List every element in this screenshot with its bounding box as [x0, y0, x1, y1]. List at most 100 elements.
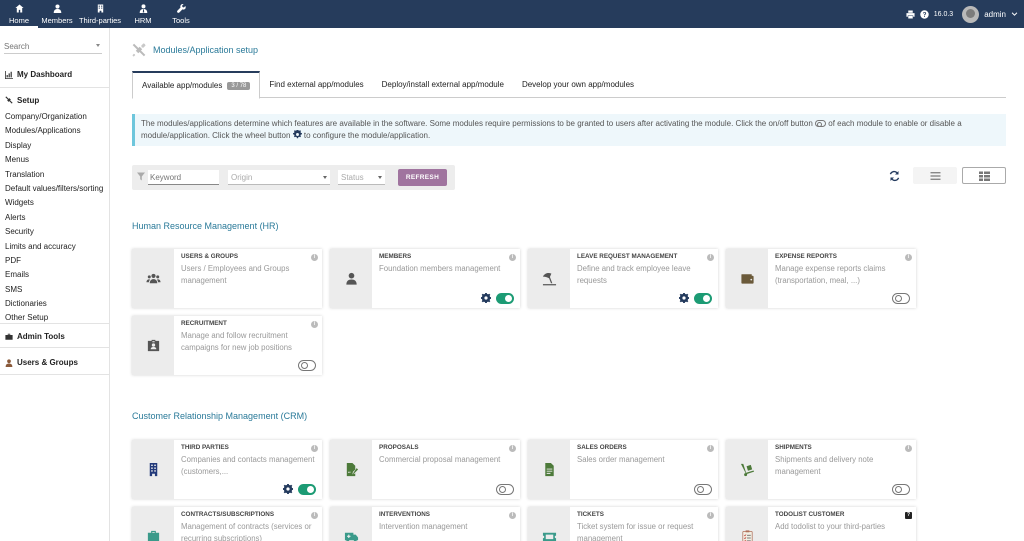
tools-icon — [132, 43, 146, 57]
sidebar-subitem[interactable]: SMS — [0, 283, 110, 297]
help-icon[interactable] — [920, 9, 929, 19]
tab-deploy-external[interactable]: Deploy/install external app/module — [373, 71, 513, 98]
module-toggle[interactable] — [892, 484, 910, 495]
page-title-text: Modules/Application setup — [153, 45, 259, 55]
info-text: to configure the module/application. — [303, 131, 431, 140]
info-icon[interactable]: i — [905, 445, 912, 452]
topmenu-tools[interactable]: Tools — [162, 0, 200, 28]
sidebar-item-admin-tools[interactable]: Admin Tools — [0, 332, 110, 341]
sidebar-search[interactable] — [4, 40, 102, 54]
gear-icon[interactable] — [283, 484, 293, 494]
info-icon[interactable]: i — [311, 254, 318, 261]
topmenu-members[interactable]: Members — [38, 0, 76, 28]
sidebar-item-dashboard[interactable]: My Dashboard — [0, 70, 110, 79]
keyword-input[interactable] — [148, 170, 219, 185]
module-toggle[interactable] — [694, 293, 712, 304]
card-title: EXPENSE REPORTS — [775, 253, 837, 260]
info-icon[interactable]: i — [509, 445, 516, 452]
help-icon[interactable]: ? — [905, 512, 912, 519]
module-card-tickets: TICKETS Ticket system for issue or reque… — [528, 507, 718, 541]
sidebar-subitem[interactable]: Modules/Applications — [0, 124, 110, 138]
sidebar-subitem[interactable]: Security — [0, 225, 110, 239]
print-icon[interactable] — [906, 9, 915, 19]
sidebar-subitem[interactable]: Widgets — [0, 196, 110, 210]
gear-icon[interactable] — [481, 293, 491, 303]
info-icon[interactable]: i — [311, 445, 318, 452]
sidebar-item-setup[interactable]: Setup — [0, 94, 110, 106]
module-toggle[interactable] — [694, 484, 712, 495]
card-icon-box — [132, 507, 174, 541]
sidebar-item-label: Setup — [17, 95, 40, 105]
users-icon — [145, 273, 161, 284]
info-icon[interactable]: i — [311, 512, 318, 519]
building-icon — [149, 462, 157, 477]
card-title: TODOLIST CUSTOMER — [775, 511, 845, 518]
module-toggle[interactable] — [496, 484, 514, 495]
sidebar-subitem[interactable]: Company/Organization — [0, 110, 110, 124]
tab-find-external[interactable]: Find external app/modules — [260, 71, 372, 98]
card-icon-box — [330, 249, 372, 308]
tab-available-modules[interactable]: Available app/modules 3 / 78 — [132, 71, 261, 99]
card-description: Companies and contacts management (custo… — [181, 455, 315, 476]
wallet-icon — [740, 274, 754, 284]
info-icon[interactable]: i — [707, 445, 714, 452]
kanban-view-button[interactable] — [962, 167, 1006, 184]
sidebar-admin-block: Admin Tools — [0, 324, 110, 348]
info-icon[interactable]: i — [905, 254, 912, 261]
avatar[interactable] — [962, 5, 980, 23]
card-description: Manage expense reports claims (transport… — [775, 264, 886, 285]
card-title: MEMBERS — [379, 253, 412, 260]
home-icon — [14, 4, 24, 13]
sidebar-subitem[interactable]: Alerts — [0, 211, 110, 225]
sidebar-users-block: Users & Groups — [0, 348, 110, 375]
chevron-down-icon[interactable] — [1011, 11, 1018, 18]
info-icon[interactable]: i — [707, 254, 714, 261]
origin-select[interactable]: Origin — [228, 170, 330, 185]
info-icon[interactable]: i — [707, 512, 714, 519]
topmenu-label: Members — [41, 16, 73, 25]
info-icon[interactable]: i — [509, 512, 516, 519]
status-select[interactable]: Status — [338, 170, 385, 185]
search-input[interactable] — [4, 40, 90, 53]
module-tabs: Available app/modules 3 / 78 Find extern… — [132, 71, 1006, 99]
module-toggle[interactable] — [496, 293, 514, 304]
info-icon[interactable]: i — [509, 254, 516, 261]
topmenu-third-parties[interactable]: Third-parties — [76, 0, 124, 28]
list-view-button[interactable] — [913, 167, 957, 184]
chart-bar-icon — [5, 70, 13, 79]
tab-develop-own[interactable]: Develop your own app/modules — [513, 71, 643, 98]
list-icon — [930, 171, 940, 180]
sidebar-subitem[interactable]: Dictionaries — [0, 297, 110, 311]
topmenu-home[interactable]: Home — [0, 0, 38, 28]
toggle-icon — [815, 120, 827, 127]
module-toggle[interactable] — [298, 484, 316, 495]
topmenu-hrm[interactable]: HRM — [124, 0, 162, 28]
card-description: Management of contracts (services or rec… — [181, 522, 312, 541]
refresh-button[interactable]: REFRESH — [398, 169, 447, 186]
chevron-down-icon[interactable] — [96, 44, 100, 47]
user-icon — [345, 272, 357, 285]
sidebar-subitem[interactable]: Limits and accuracy — [0, 240, 110, 254]
module-toggle[interactable] — [892, 293, 910, 304]
sidebar-subitem[interactable]: Menus — [0, 153, 110, 167]
sidebar-subitem[interactable]: Default values/filters/sorting — [0, 182, 110, 196]
card-description: Manage and follow recruitment campaigns … — [181, 331, 292, 352]
gear-icon[interactable] — [679, 293, 689, 303]
card-icon-box — [132, 440, 174, 499]
sidebar-item-users-groups[interactable]: Users & Groups — [0, 358, 110, 367]
user-icon — [53, 4, 61, 13]
sidebar-subitem[interactable]: Emails — [0, 268, 110, 282]
module-card-expense-reports: EXPENSE REPORTS Manage expense reports c… — [726, 249, 916, 308]
info-text: module/application. Click the wheel butt… — [141, 131, 291, 140]
sidebar-subitem[interactable]: Translation — [0, 168, 110, 182]
card-title: RECRUITMENT — [181, 320, 227, 327]
card-icon-box — [726, 440, 768, 499]
tab-label: Find external app/modules — [269, 80, 364, 89]
module-card-third-parties: THIRD PARTIES Companies and contacts man… — [132, 440, 322, 499]
sidebar-subitem[interactable]: Display — [0, 139, 110, 153]
sidebar-subitem[interactable]: PDF — [0, 254, 110, 268]
module-toggle[interactable] — [298, 360, 316, 371]
username[interactable]: admin — [984, 10, 1006, 19]
info-icon[interactable]: i — [311, 321, 318, 328]
suitcase-icon — [147, 530, 159, 541]
